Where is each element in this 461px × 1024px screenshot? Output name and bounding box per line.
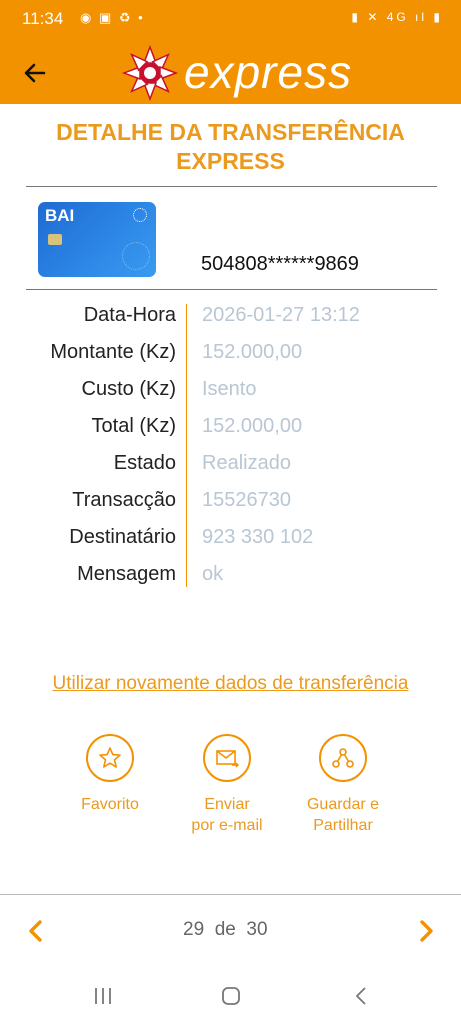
detail-row-message: Mensagem ok — [0, 559, 461, 596]
page-title: DETALHE DA TRANSFERÊNCIA EXPRESS — [20, 118, 441, 176]
detail-value: 15526730 — [202, 489, 291, 511]
detail-row-status: Estado Realizado — [0, 448, 461, 485]
home-icon[interactable] — [219, 984, 243, 1013]
detail-value: ok — [202, 563, 224, 585]
detail-row-transaction: Transacção 15526730 — [0, 485, 461, 522]
detail-value: 152.000,00 — [202, 341, 303, 363]
star-icon — [86, 734, 134, 782]
detail-label: Mensagem — [77, 563, 176, 585]
back-arrow-icon[interactable] — [20, 58, 50, 88]
detail-value: 152.000,00 — [202, 415, 303, 437]
page-current: 29 — [183, 919, 205, 940]
detail-row-date: Data-Hora 2026-01-27 13:12 — [0, 300, 461, 337]
detail-label: Transacção — [72, 489, 176, 511]
card-emblem-icon — [133, 208, 147, 222]
nav-back-icon[interactable] — [350, 984, 374, 1013]
detail-label: Data-Hora — [83, 304, 176, 326]
favorite-label: Favorito — [81, 796, 139, 813]
detail-label: Estado — [113, 452, 176, 474]
card-chip — [48, 234, 62, 245]
page-separator: de — [214, 919, 236, 940]
detail-label: Total (Kz) — [91, 415, 176, 437]
detail-value: Isento — [202, 378, 257, 400]
divider — [26, 289, 437, 290]
page-indicator: 29 de 30 — [183, 919, 268, 941]
send-email-button[interactable]: Enviar por e-mail — [172, 734, 282, 836]
card-pattern — [122, 242, 150, 270]
detail-value: 2026-01-27 13:12 — [202, 304, 360, 326]
page-title-line1: DETALHE DA TRANSFERÊNCIA — [56, 119, 405, 145]
card-number: 504808******9869 — [201, 253, 359, 275]
detail-value: Realizado — [202, 452, 291, 474]
page-title-line2: EXPRESS — [176, 148, 285, 174]
system-status-icons: ▮ ✕ 4G ıl ▮ — [351, 10, 443, 24]
send-email-label: Enviar por e-mail — [191, 796, 263, 834]
detail-label: Montante (Kz) — [50, 341, 176, 363]
reuse-transfer-link[interactable]: Utilizar novamente dados de transferênci… — [0, 673, 461, 695]
recents-icon[interactable] — [91, 984, 115, 1013]
pagination: 29 de 30 — [0, 915, 461, 947]
express-logo: express — [121, 44, 427, 102]
divider — [26, 186, 437, 187]
detail-row-cost: Custo (Kz) Isento — [0, 374, 461, 411]
save-share-button[interactable]: Guardar e Partilhar — [288, 734, 398, 836]
card-brand: BAI — [45, 206, 75, 225]
status-bar: 11:34 ◉ ▣ ♻ • ▮ ✕ 4G ıl ▮ — [0, 0, 461, 40]
system-nav-bar — [0, 968, 461, 1024]
detail-value: 923 330 102 — [202, 526, 314, 548]
logo-text: express — [184, 46, 352, 98]
detail-row-total: Total (Kz) 152.000,00 — [0, 411, 461, 448]
detail-label: Custo (Kz) — [81, 378, 176, 400]
app-header: express — [0, 40, 461, 104]
detail-row-amount: Montante (Kz) 152.000,00 — [0, 337, 461, 374]
next-arrow-icon[interactable] — [416, 919, 436, 948]
status-time: 11:34 — [22, 9, 64, 28]
detail-row-recipient: Destinatário 923 330 102 — [0, 522, 461, 559]
favorite-button[interactable]: Favorito — [55, 734, 165, 815]
email-icon — [203, 734, 251, 782]
divider — [0, 894, 461, 895]
notification-icons: ◉ ▣ ♻ • — [80, 10, 145, 25]
bank-card-image: BAI — [38, 202, 156, 277]
save-share-label: Guardar e Partilhar — [306, 796, 380, 834]
share-icon — [319, 734, 367, 782]
previous-arrow-icon[interactable] — [26, 919, 46, 948]
page-total: 30 — [246, 919, 268, 940]
detail-label: Destinatário — [69, 526, 176, 548]
